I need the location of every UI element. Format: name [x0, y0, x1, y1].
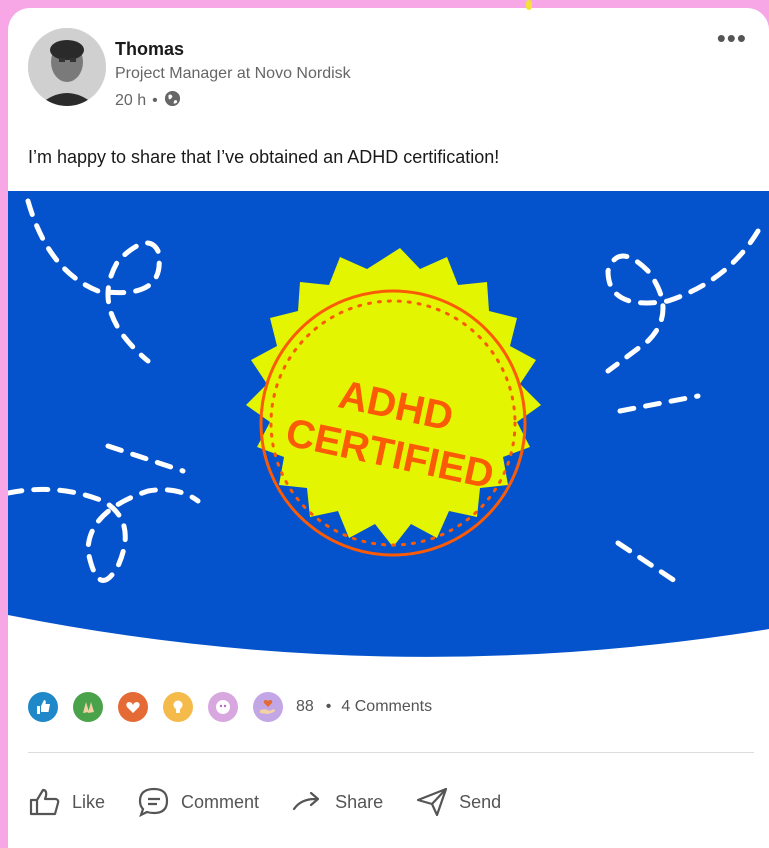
comment-icon — [137, 786, 171, 818]
send-icon — [415, 786, 449, 818]
reaction-count[interactable]: 88 — [296, 698, 314, 716]
comment-label: Comment — [181, 791, 260, 812]
avatar[interactable] — [28, 28, 106, 106]
certificate-banner[interactable]: ADHD CERTIFIED — [8, 191, 769, 671]
author-title: Project Manager at Novo Nordisk — [115, 65, 351, 82]
share-label: Share — [335, 791, 384, 812]
send-label: Send — [459, 791, 502, 812]
reactions-bar[interactable]: 88 • 4 Comments — [28, 692, 432, 722]
post-time: 20 h — [115, 92, 147, 109]
globe-icon — [164, 90, 181, 112]
meta-separator: • — [152, 92, 158, 109]
reaction-separator: • — [325, 698, 332, 715]
like-label: Like — [72, 791, 106, 812]
like-button[interactable]: Like — [28, 787, 105, 817]
support-reaction-icon — [253, 692, 283, 722]
post-text: I’m happy to share that I’ve obtained an… — [28, 147, 500, 167]
love-reaction-icon — [118, 692, 148, 722]
divider — [28, 752, 754, 753]
decorative-stroke — [526, 0, 532, 10]
more-options-icon[interactable]: ••• — [717, 25, 747, 51]
comment-button[interactable]: Comment — [137, 786, 259, 818]
like-reaction-icon — [28, 692, 58, 722]
share-button[interactable]: Share — [291, 787, 383, 817]
post-meta: 20 h • — [115, 90, 181, 112]
action-bar: Like Comment Share Send — [28, 786, 533, 818]
send-button[interactable]: Send — [415, 786, 501, 818]
insightful-reaction-icon — [163, 692, 193, 722]
share-icon — [291, 787, 325, 817]
thumbs-up-icon — [28, 787, 62, 817]
curious-reaction-icon — [208, 692, 238, 722]
author-name[interactable]: Thomas — [115, 39, 184, 60]
comments-count[interactable]: 4 Comments — [341, 698, 432, 716]
post-card: Thomas Project Manager at Novo Nordisk 2… — [8, 8, 769, 848]
celebrate-reaction-icon — [73, 692, 103, 722]
